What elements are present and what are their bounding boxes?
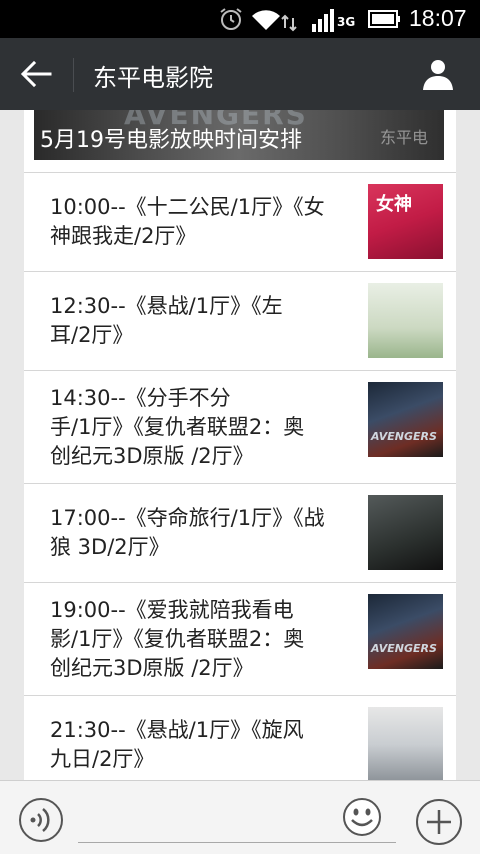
plus-icon[interactable] — [414, 797, 464, 847]
action-bar: 东平电影院 — [0, 38, 480, 110]
schedule-row[interactable]: 10:00--《十二公民/1厅》《女 神跟我走/2厅》 女神 — [24, 172, 456, 271]
movie-poster-thumbnail — [368, 283, 443, 358]
page-title: 东平电影院 — [93, 64, 213, 92]
schedule-line: 创纪元3D原版 /2厅》 — [50, 444, 254, 468]
schedule-line: 神跟我走/2厅》 — [50, 224, 197, 248]
schedule-line: 创纪元3D原版 /2厅》 — [50, 656, 254, 680]
emoji-icon[interactable] — [342, 797, 382, 837]
movie-poster-thumbnail — [368, 707, 443, 780]
schedule-line: 17:00--《夺命旅行/1厅》《战 — [50, 506, 325, 530]
schedule-list: 10:00--《十二公民/1厅》《女 神跟我走/2厅》 女神 12:30--《悬… — [24, 172, 456, 780]
banner-watermark: 东平电 — [380, 128, 429, 147]
movie-poster-thumbnail: 女神 — [368, 184, 443, 259]
alarm-clock-icon — [220, 8, 242, 30]
schedule-line: 九日/2厅》 — [50, 747, 155, 771]
schedule-text: 14:30--《分手不分 手/1厅》《复仇者联盟2：奥 创纪元3D原版 /2厅》 — [50, 384, 350, 471]
banner-title: 5月19号电影放映时间安排 — [40, 128, 302, 153]
schedule-text: 21:30--《悬战/1厅》《旋风 九日/2厅》 — [50, 716, 350, 774]
signal-strength-icon — [312, 9, 334, 32]
schedule-row[interactable]: 21:30--《悬战/1厅》《旋风 九日/2厅》 — [24, 695, 456, 780]
schedule-line: 14:30--《分手不分 — [50, 386, 231, 410]
schedule-text: 19:00--《爱我就陪我看电 影/1厅》《复仇者联盟2：奥 创纪元3D原版 /… — [50, 596, 350, 683]
schedule-line: 21:30--《悬战/1厅》《旋风 — [50, 718, 304, 742]
schedule-row[interactable]: 17:00--《夺命旅行/1厅》《战 狼 3D/2厅》 — [24, 483, 456, 582]
movie-poster-thumbnail: AVENGERS — [368, 594, 443, 669]
poster-text: AVENGERS — [371, 430, 437, 443]
schedule-line: 影/1厅》《复仇者联盟2：奥 — [50, 627, 305, 651]
schedule-row[interactable]: 19:00--《爱我就陪我看电 影/1厅》《复仇者联盟2：奥 创纪元3D原版 /… — [24, 582, 456, 695]
status-bar: 3G 18:07 — [0, 0, 480, 38]
schedule-line: 10:00--《十二公民/1厅》《女 — [50, 195, 325, 219]
data-transfer-icon — [281, 14, 297, 32]
article-content: AVENGERS 5月19号电影放映时间安排 东平电 10:00--《十二公民/… — [24, 110, 456, 780]
schedule-text: 12:30--《悬战/1厅》《左 耳/2厅》 — [50, 292, 350, 350]
schedule-text: 17:00--《夺命旅行/1厅》《战 狼 3D/2厅》 — [50, 504, 350, 562]
back-arrow-icon[interactable] — [14, 54, 58, 94]
schedule-line: 19:00--《爱我就陪我看电 — [50, 598, 294, 622]
schedule-row[interactable]: 14:30--《分手不分 手/1厅》《复仇者联盟2：奥 创纪元3D原版 /2厅》… — [24, 370, 456, 483]
movie-poster-thumbnail: AVENGERS — [368, 382, 443, 457]
schedule-text: 10:00--《十二公民/1厅》《女 神跟我走/2厅》 — [50, 193, 350, 251]
banner-image: AVENGERS 5月19号电影放映时间安排 东平电 — [34, 110, 444, 160]
wifi-icon — [252, 10, 280, 30]
battery-icon — [368, 10, 400, 28]
poster-text: AVENGERS — [371, 642, 437, 655]
movie-poster-thumbnail — [368, 495, 443, 570]
schedule-line: 12:30--《悬战/1厅》《左 — [50, 294, 283, 318]
schedule-line: 手/1厅》《复仇者联盟2：奥 — [50, 415, 305, 439]
status-time: 18:07 — [409, 5, 467, 31]
schedule-row[interactable]: 12:30--《悬战/1厅》《左 耳/2厅》 — [24, 271, 456, 370]
chat-input-bar — [0, 780, 480, 854]
network-type: 3G — [337, 15, 356, 29]
user-icon[interactable] — [420, 56, 456, 92]
header-divider — [73, 58, 74, 92]
schedule-line: 狼 3D/2厅》 — [50, 535, 170, 559]
voice-icon[interactable] — [18, 797, 64, 843]
poster-text: 女神 — [376, 194, 412, 215]
schedule-line: 耳/2厅》 — [50, 323, 134, 347]
